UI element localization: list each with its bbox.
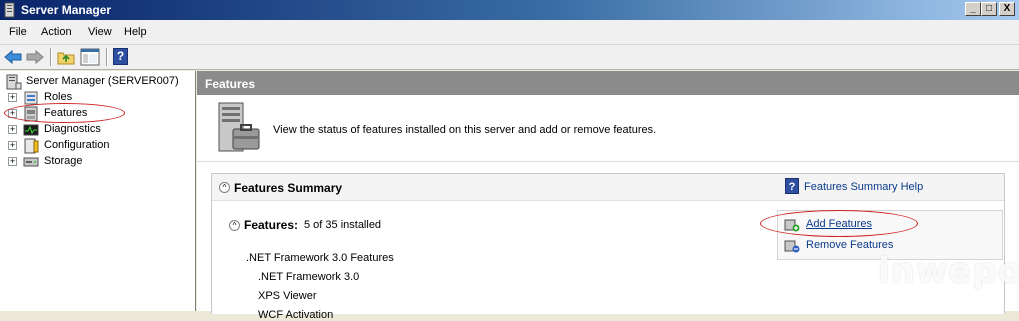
watermark: inwepo <box>878 251 1019 291</box>
menu-help[interactable]: Help <box>124 26 147 38</box>
toolbar-separator <box>50 48 52 66</box>
collapse-icon[interactable]: ^ <box>219 182 230 193</box>
annotation-ellipse <box>4 103 125 123</box>
help-icon[interactable]: ? <box>113 48 128 65</box>
features-label: Features: <box>244 218 299 232</box>
features-summary-help-link[interactable]: Features Summary Help <box>804 181 923 193</box>
feature-list-item: XPS Viewer <box>258 290 317 302</box>
close-button[interactable]: X <box>999 2 1015 16</box>
remove-features-icon <box>784 240 800 253</box>
maximize-button[interactable]: □ <box>981 2 997 16</box>
minimize-button[interactable]: _ <box>965 2 981 16</box>
annotation-ellipse <box>760 210 918 237</box>
show-hide-console-tree-icon[interactable] <box>80 48 100 66</box>
expand-icon[interactable]: + <box>8 157 17 166</box>
window-title: Server Manager <box>21 3 112 17</box>
server-icon <box>6 74 22 90</box>
collapse-features-icon[interactable]: ^ <box>229 220 240 231</box>
diagnostics-icon <box>23 124 39 136</box>
pane-header: Features <box>197 71 1019 95</box>
expand-icon[interactable]: + <box>8 141 17 150</box>
features-summary-section: ^ Features Summary ? Features Summary He… <box>211 173 1005 321</box>
intro-text: View the status of features installed on… <box>273 124 657 136</box>
configuration-icon <box>24 138 39 154</box>
summary-header: ^ Features Summary ? Features Summary He… <box>212 174 1004 201</box>
tree-item-storage[interactable]: + Storage <box>0 154 195 170</box>
back-arrow-icon[interactable] <box>4 49 22 65</box>
feature-list-item: .NET Framework 3.0 <box>258 271 360 283</box>
tree-item-label: Storage <box>44 155 83 167</box>
server-manager-app-icon <box>4 2 15 18</box>
menu-view[interactable]: View <box>88 26 112 38</box>
features-server-icon <box>218 102 260 152</box>
tree-item-diagnostics[interactable]: + Diagnostics <box>0 122 195 138</box>
storage-icon <box>23 157 39 167</box>
up-folder-icon[interactable] <box>57 49 75 65</box>
expand-icon[interactable]: + <box>8 125 17 134</box>
features-count: 5 of 35 installed <box>304 219 382 231</box>
tree-item-label: Roles <box>44 91 73 103</box>
tree-item-root[interactable]: Server Manager (SERVER007) <box>0 74 195 90</box>
menu-bar: File Action View Help <box>0 20 1019 45</box>
tree-item-configuration[interactable]: + Configuration <box>0 138 195 154</box>
toolbar: ? <box>0 45 1019 70</box>
feature-list-item: .NET Framework 3.0 Features <box>246 252 394 264</box>
pane-title: Features <box>205 77 256 91</box>
help-icon[interactable]: ? <box>785 178 799 194</box>
tree-item-label: Configuration <box>44 139 110 151</box>
tree-item-roles[interactable]: + Roles <box>0 90 195 106</box>
title-bar: Server Manager _ □ X <box>0 0 1019 20</box>
toolbar-separator <box>106 48 108 66</box>
menu-file[interactable]: File <box>9 26 27 38</box>
tree-root-label: Server Manager (SERVER007) <box>26 75 179 87</box>
expand-icon[interactable]: + <box>8 93 17 102</box>
menu-action[interactable]: Action <box>41 26 72 38</box>
tree-item-label: Diagnostics <box>44 123 101 135</box>
forward-arrow-icon[interactable] <box>26 49 44 65</box>
intro-section: View the status of features installed on… <box>197 95 1019 162</box>
remove-features-link[interactable]: Remove Features <box>806 239 893 251</box>
summary-title: Features Summary <box>234 181 343 195</box>
console-tree: Server Manager (SERVER007) + Roles + Fea… <box>0 71 196 311</box>
